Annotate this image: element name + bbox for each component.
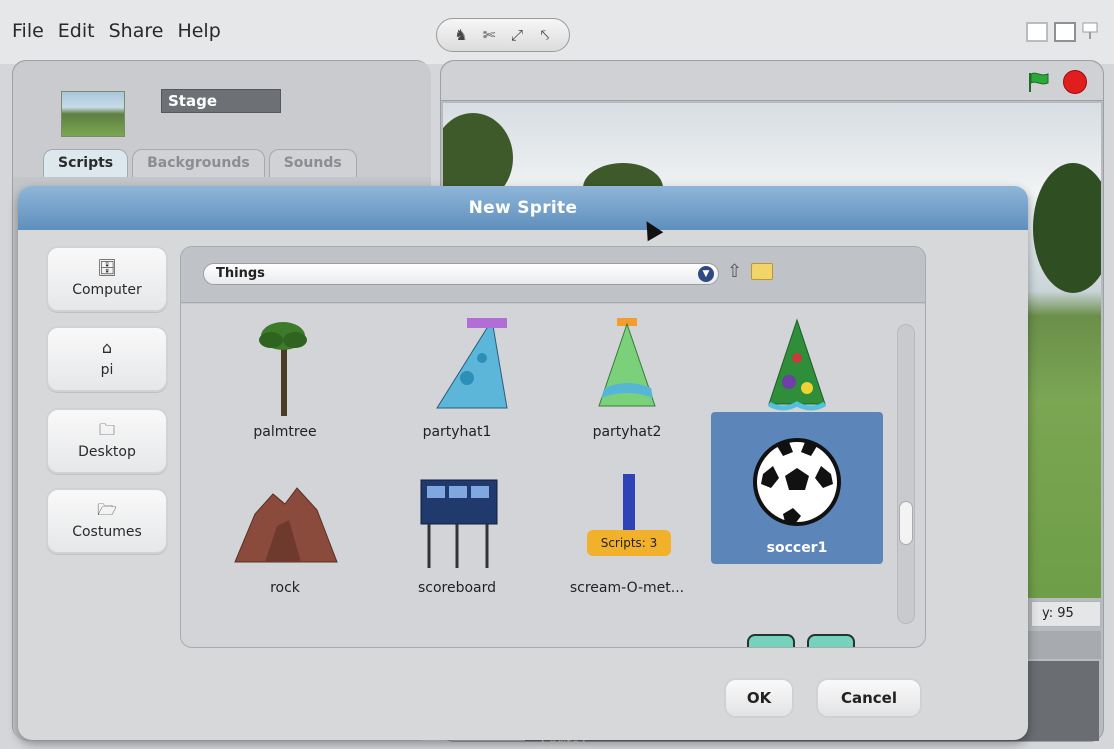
stage-bar: [441, 61, 1103, 101]
main-menu: File Edit Share Help: [12, 20, 221, 42]
partyhat-icon: [767, 318, 827, 411]
folder-icon: 🗀: [98, 420, 115, 439]
scripts-count-badge: Scripts: 3: [587, 530, 671, 556]
soccer-ball-icon: [753, 438, 841, 526]
tab-backgrounds[interactable]: Backgrounds: [132, 149, 265, 177]
scrollbar-thumb[interactable]: [899, 501, 913, 545]
normal-stage-icon[interactable]: [1054, 22, 1076, 42]
partyhat-icon: [436, 318, 508, 409]
dialog-title: New Sprite: [18, 186, 1028, 230]
sprite-tabs: Scripts Backgrounds Sounds: [43, 149, 357, 177]
home-icon: ⌂: [101, 338, 113, 357]
shrink-icon[interactable]: ⤣: [533, 23, 557, 47]
sprite-item-partyhat2[interactable]: partyhat2: [541, 298, 713, 448]
location-label: Computer: [72, 282, 142, 298]
up-folder-icon[interactable]: ⇧: [727, 261, 742, 282]
tab-sounds[interactable]: Sounds: [268, 149, 357, 177]
palmtree-icon: [259, 322, 307, 416]
partyhat-icon: [598, 318, 656, 407]
sprite-item-label: soccer1: [766, 540, 828, 556]
menu-file[interactable]: File: [12, 20, 44, 42]
sprite-item-rock[interactable]: rock: [199, 454, 371, 604]
location-desktop[interactable]: 🗀 Desktop: [46, 408, 168, 474]
costumes-icon: 🗁: [97, 500, 117, 519]
small-stage-icon[interactable]: [1026, 22, 1048, 42]
sprite-item-soccer1[interactable]: soccer1: [711, 412, 883, 564]
tab-scripts[interactable]: Scripts: [43, 149, 129, 177]
scissors-icon[interactable]: ✄: [477, 23, 501, 47]
folder-dropdown[interactable]: Things ▼: [203, 263, 719, 285]
y-coordinate-readout: y: 95: [1031, 601, 1101, 627]
sprite-item-scream-o-meter[interactable]: Scripts: 3 scream-O-met...: [541, 454, 713, 604]
menu-share[interactable]: Share: [109, 20, 164, 42]
sprite-item-label: partyhat1: [422, 424, 492, 440]
sprite-item-palmtree[interactable]: palmtree: [199, 298, 371, 448]
browser-toolbar: Things ▼ ⇧: [181, 247, 925, 303]
grid-scrollbar[interactable]: [897, 324, 915, 624]
grow-icon[interactable]: ⤢: [505, 23, 529, 47]
ok-button[interactable]: OK: [724, 678, 794, 718]
sprite-grid: palmtree partyhat1 partyhat2 rock scoreb…: [181, 304, 925, 647]
location-pi[interactable]: ⌂ pi: [46, 326, 168, 392]
sprite-item-partyhat1[interactable]: partyhat1: [371, 298, 543, 448]
sprite-info-header: Stage Scripts Backgrounds Sounds: [13, 61, 431, 181]
sprite-item-label: scream-O-met...: [569, 580, 685, 596]
menu-help[interactable]: Help: [177, 20, 220, 42]
green-flag-icon[interactable]: [1027, 71, 1051, 93]
location-computer[interactable]: 🗄 Computer: [46, 246, 168, 312]
stop-sign-icon[interactable]: [1063, 70, 1087, 94]
computer-icon: 🗄: [96, 258, 118, 277]
file-browser: Things ▼ ⇧ palmtree partyhat1 partyhat2 …: [180, 246, 926, 648]
stage-layout-controls: [1026, 22, 1098, 42]
scoreboard-icon: [420, 479, 498, 568]
partial-item-shape: [807, 634, 855, 647]
location-label: pi: [100, 362, 114, 378]
meter-bar: [623, 474, 635, 530]
chevron-down-icon: ▼: [698, 266, 714, 282]
stamp-icon[interactable]: ♞: [449, 23, 473, 47]
location-label: Desktop: [78, 444, 136, 460]
cancel-button[interactable]: Cancel: [816, 678, 922, 718]
folder-dropdown-label: Things: [216, 266, 265, 281]
sprite-item-scoreboard[interactable]: scoreboard: [371, 454, 543, 604]
presentation-icon[interactable]: [1082, 22, 1098, 40]
sprite-item-label: rock: [270, 580, 300, 596]
tree-shape: [1033, 163, 1101, 293]
scream-meter-icon: Scripts: 3: [567, 474, 687, 574]
menu-bar: File Edit Share Help ♞ ✄ ⤢ ⤣: [0, 0, 1114, 64]
sprite-name-field[interactable]: Stage: [161, 89, 281, 113]
location-costumes[interactable]: 🗁 Costumes: [46, 488, 168, 554]
sprite-item-label: partyhat2: [592, 424, 662, 440]
new-folder-icon[interactable]: [751, 263, 773, 280]
rock-icon: [234, 487, 338, 563]
menu-edit[interactable]: Edit: [58, 20, 95, 42]
new-sprite-dialog: New Sprite 🗄 Computer ⌂ pi 🗀 Desktop 🗁 C…: [18, 186, 1028, 740]
location-label: Costumes: [72, 524, 142, 540]
partial-item-shape: [747, 634, 795, 647]
sprite-item-label: palmtree: [253, 424, 317, 440]
stage-thumbnail: [61, 91, 125, 137]
cursor-tools: ♞ ✄ ⤢ ⤣: [436, 18, 570, 52]
sprite-item-label: scoreboard: [417, 580, 497, 596]
